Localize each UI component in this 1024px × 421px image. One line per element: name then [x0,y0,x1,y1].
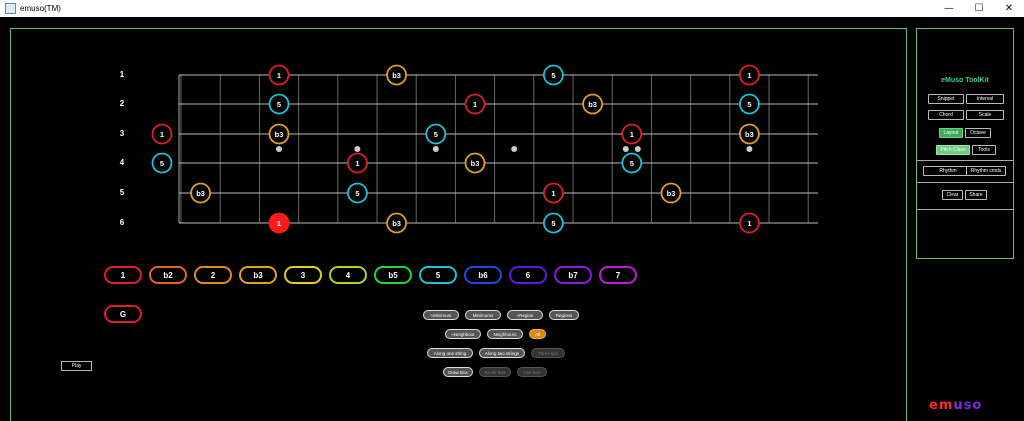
tools-button[interactable]: Tools [972,145,996,155]
note-label: 5 [355,189,359,198]
note-label: b3 [196,189,205,198]
rhythm-cmds-button[interactable]: Rhythm cmds [966,166,1006,176]
degree-button[interactable]: b7 [554,266,592,284]
inlay-dot [746,146,753,152]
note-label: b3 [392,71,401,80]
region-option-pill[interactable]: ≈Region [507,310,543,320]
degree-button[interactable]: 4 [329,266,367,284]
toolkit-title: eMuso ToolKit [941,77,989,84]
region-option-pill[interactable]: ≈Neighbour [445,329,481,339]
note-label: 1 [277,219,281,228]
note-label: 1 [473,100,477,109]
toolkit-divider [917,209,1013,210]
inlay-dot [622,146,629,152]
degree-button[interactable]: b2 [149,266,187,284]
region-option-pill[interactable]: Minimums [465,310,501,320]
degree-button[interactable]: 3 [284,266,322,284]
emuso-logo: emuso [929,398,983,413]
note-label: 1 [355,159,359,168]
note-label: b3 [471,159,480,168]
note-label: 1 [160,130,164,139]
toolkit-divider [917,160,1013,161]
note-label: 5 [160,159,164,168]
region-option-pill[interactable]: All [529,329,546,339]
note-label: 5 [551,219,555,228]
note-label: 1 [630,130,634,139]
note-label: b3 [392,219,401,228]
note-label: b3 [275,130,284,139]
inlay-dot [511,146,518,152]
region-option-pill[interactable]: Neighbours [487,329,523,339]
share-button[interactable]: Share [965,190,987,200]
degree-button[interactable]: 6 [509,266,547,284]
degree-button[interactable]: 5 [419,266,457,284]
region-option-pill[interactable]: ≈Minimum [423,310,459,320]
degree-button[interactable]: 7 [599,266,637,284]
scale-button[interactable]: Scale [966,110,1004,120]
region-option-pill[interactable]: Along two strings [479,348,525,358]
region-option-pill[interactable]: Break Box [479,367,511,377]
region-option-pill[interactable]: Draw Box [443,367,473,377]
octave-button[interactable]: Octave [965,128,991,138]
region-option-pill[interactable]: Regions [549,310,579,320]
note-label: 1 [551,189,555,198]
interval-button[interactable]: Interval [966,94,1004,104]
degree-button[interactable]: b6 [464,266,502,284]
note-label: 1 [747,219,751,228]
note-label: b3 [588,100,597,109]
note-label: 5 [747,100,751,109]
play-button[interactable]: Play [61,361,92,371]
note-label: 5 [551,71,555,80]
note-label: 1 [747,71,751,80]
snippet-button[interactable]: Snippet [928,94,964,104]
note-label: b3 [745,130,754,139]
clear-button[interactable]: Clear [942,190,963,200]
inlay-dot [354,146,361,152]
degree-button[interactable]: 2 [194,266,232,284]
toolkit-divider [917,182,1013,183]
note-label: 5 [277,100,281,109]
inlay-dot [634,146,641,152]
layout-button[interactable]: Layout [939,128,963,138]
inlay-dot [432,146,439,152]
inlay-dot [276,146,282,152]
toolkit-panel: eMuso ToolKit Snippet Interval Chord Sca… [916,28,1014,259]
note-label: b3 [667,189,676,198]
region-option-pill[interactable]: Three tips [531,348,565,358]
pitch-class-button[interactable]: Pitch Class [936,145,970,155]
note-label: 5 [434,130,438,139]
note-label: 1 [277,71,281,80]
degree-button[interactable]: 1 [104,266,142,284]
degree-button[interactable]: b5 [374,266,412,284]
region-option-pill[interactable]: Along one string [427,348,473,358]
region-option-pill[interactable]: Use Box [517,367,547,377]
key-button[interactable]: G [104,305,142,323]
chord-button[interactable]: Chord [928,110,964,120]
degree-button[interactable]: b3 [239,266,277,284]
note-label: 5 [630,159,634,168]
